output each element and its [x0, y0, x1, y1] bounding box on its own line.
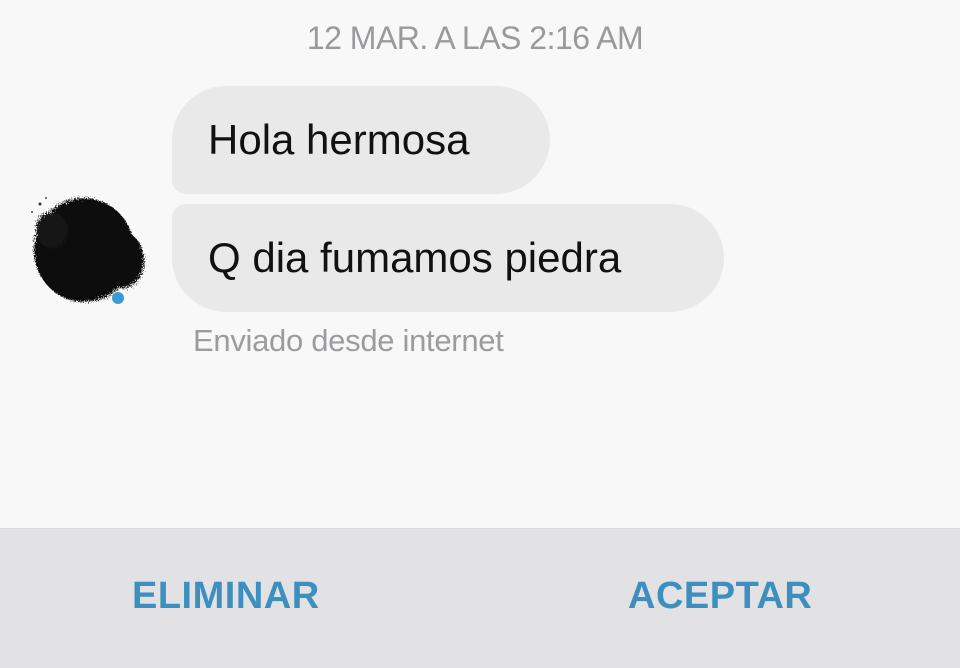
message-text: Q dia fumamos piedra [208, 234, 622, 281]
action-bar: ELIMINAR ACEPTAR [0, 528, 960, 668]
message-thread: 12 MAR. A LAS 2:16 AM Hola hermosa Q dia… [0, 0, 960, 528]
blurred-avatar-icon [31, 197, 145, 304]
message-bubble[interactable]: Q dia fumamos piedra [172, 204, 724, 312]
delete-button[interactable]: ELIMINAR [132, 575, 320, 618]
message-text: Hola hermosa [208, 116, 470, 163]
message-timestamp: 12 MAR. A LAS 2:16 AM [306, 20, 644, 56]
sent-from-label: Enviado desde internet [193, 323, 504, 358]
accept-button[interactable]: ACEPTAR [628, 575, 812, 618]
message-bubble[interactable]: Hola hermosa [172, 86, 550, 194]
avatar[interactable] [22, 190, 150, 310]
